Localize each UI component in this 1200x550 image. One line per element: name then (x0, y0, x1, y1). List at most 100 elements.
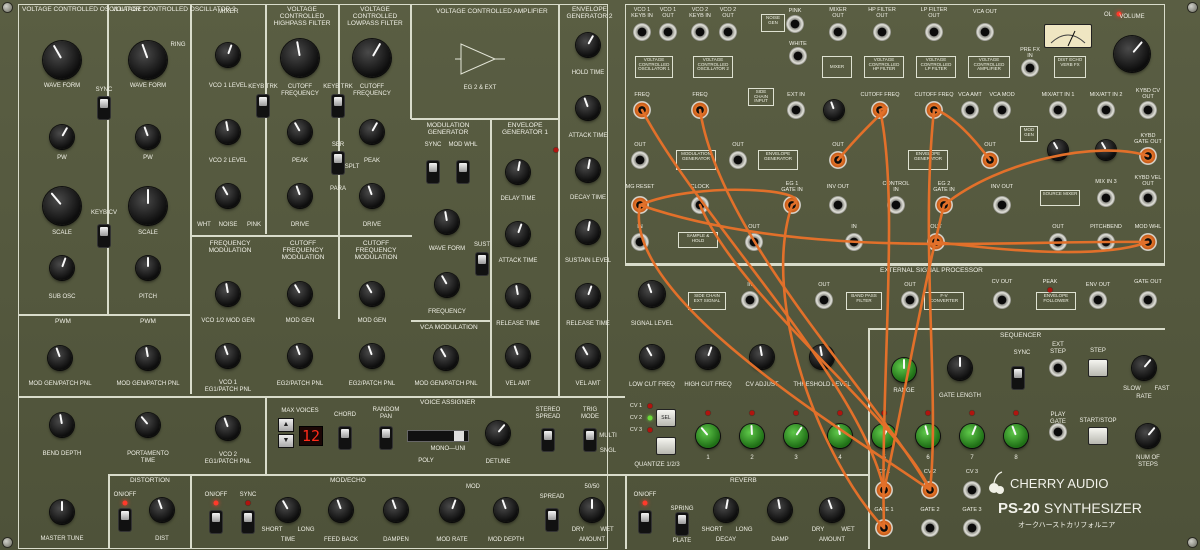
pink-noise-jack[interactable] (786, 15, 804, 33)
vca-mod-jack[interactable] (993, 101, 1011, 119)
reverb-amount-knob[interactable] (820, 498, 844, 522)
cv-select-button[interactable]: SEL (656, 409, 676, 427)
hpf-peak-knob[interactable] (288, 120, 312, 144)
portamento-knob[interactable] (136, 413, 160, 437)
modgen-sync-switch[interactable] (427, 161, 439, 183)
vco1-level-knob[interactable] (216, 43, 240, 67)
cfm2-eg2-knob[interactable] (360, 344, 384, 368)
filter-routing-switch[interactable] (332, 152, 344, 174)
reverb-type-switch[interactable] (676, 513, 688, 535)
dist-knob[interactable] (150, 498, 174, 522)
keyb-cv-switch[interactable] (98, 225, 110, 247)
quantize-button[interactable] (656, 437, 676, 455)
vco2-keyb-in-jack[interactable] (691, 23, 709, 41)
env1-release-knob[interactable] (506, 284, 530, 308)
eg2-inv-out-jack[interactable] (993, 196, 1011, 214)
vco2-scale-knob[interactable] (129, 187, 167, 225)
vca-amt-jack[interactable] (961, 101, 979, 119)
modgen-sust-switch[interactable] (476, 253, 488, 275)
pitch-knob[interactable] (136, 256, 160, 280)
echo-onoff-switch[interactable] (210, 511, 222, 533)
env2-hold-knob[interactable] (576, 33, 600, 57)
lpf-cutoff-knob[interactable] (353, 39, 391, 77)
signal-level-knob[interactable] (639, 281, 665, 307)
lpf-drive-knob[interactable] (360, 184, 384, 208)
hp-cutoff-jack[interactable] (871, 101, 889, 119)
sh-in-jack[interactable] (631, 233, 649, 251)
volume-knob[interactable] (1114, 36, 1150, 72)
seq-rate-knob[interactable] (1132, 356, 1156, 380)
vco1-keyb-in-jack[interactable] (633, 23, 651, 41)
step-knob[interactable] (1004, 424, 1028, 448)
step-knob[interactable] (784, 424, 808, 448)
hpf-keyb-trk-switch[interactable] (257, 95, 269, 117)
env1-out-jack[interactable] (829, 151, 847, 169)
seq-cv3-jack[interactable] (963, 481, 981, 499)
cfm1-modgen-knob[interactable] (288, 282, 312, 306)
noise-knob[interactable] (216, 184, 240, 208)
inverter-in-jack[interactable] (845, 233, 863, 251)
mix-att-in2-jack[interactable] (1097, 101, 1115, 119)
dampen-knob[interactable] (384, 498, 408, 522)
sync-switch[interactable] (98, 97, 110, 119)
white-noise-jack[interactable] (789, 47, 807, 65)
pwm2-knob[interactable] (136, 346, 160, 370)
voices-up-button[interactable]: ▲ (278, 418, 294, 432)
feedback-knob[interactable] (329, 498, 353, 522)
mix-att2-knob[interactable] (1096, 140, 1116, 160)
esp-cv-out-jack[interactable] (993, 291, 1011, 309)
cv-adjust-knob[interactable] (750, 345, 774, 369)
seq-sync-switch[interactable] (1012, 367, 1024, 389)
hpf-drive-knob[interactable] (288, 184, 312, 208)
step-knob[interactable] (916, 424, 940, 448)
seq-cv2-jack[interactable] (921, 481, 939, 499)
echo-spread-switch[interactable] (546, 509, 558, 531)
env2-attack-knob[interactable] (576, 96, 600, 120)
vco1-pw-knob[interactable] (50, 125, 74, 149)
vco2-pw-knob[interactable] (136, 125, 160, 149)
vco2-waveform-knob[interactable] (129, 41, 167, 79)
chord-switch[interactable] (339, 427, 351, 449)
stereo-spread-switch[interactable] (542, 429, 554, 451)
cfm2-modgen-knob[interactable] (360, 282, 384, 306)
hpf-cutoff-knob[interactable] (281, 39, 319, 77)
vca-mod-knob[interactable] (434, 346, 458, 370)
modgen-out-jack[interactable] (631, 151, 649, 169)
hp-filter-out-jack[interactable] (873, 23, 891, 41)
random-pan-switch[interactable] (380, 427, 392, 449)
mod-whl-jack[interactable] (1139, 233, 1157, 251)
vco1-out-jack[interactable] (659, 23, 677, 41)
vca-out-jack[interactable] (976, 23, 994, 41)
env1-attack-knob[interactable] (506, 222, 530, 246)
env1-vel-amt-knob[interactable] (506, 344, 530, 368)
lp-cutoff-jack[interactable] (925, 101, 943, 119)
voice-mode-slider[interactable] (407, 430, 469, 442)
detune-knob[interactable] (486, 421, 510, 445)
seq-cv1-jack[interactable] (875, 481, 893, 499)
vco2-freq-jack[interactable] (691, 101, 709, 119)
step-knob[interactable] (828, 424, 852, 448)
lpf-keyb-trk-switch[interactable] (332, 95, 344, 117)
num-steps-knob[interactable] (1136, 424, 1160, 448)
env2-decay-knob[interactable] (576, 158, 600, 182)
inverter-out-jack[interactable] (927, 233, 945, 251)
step-knob[interactable] (696, 424, 720, 448)
reverb-decay-knob[interactable] (714, 498, 738, 522)
vco1-freq-jack[interactable] (633, 101, 651, 119)
reverb-switch[interactable] (639, 511, 651, 533)
esp-out1-jack[interactable] (815, 291, 833, 309)
seq-gate2-jack[interactable] (921, 519, 939, 537)
master-tune-knob[interactable] (50, 500, 74, 524)
mg-reset-jack[interactable] (631, 196, 649, 214)
seq-gate1-jack[interactable] (875, 519, 893, 537)
esp-out2-jack[interactable] (901, 291, 919, 309)
ext-step-jack[interactable] (1049, 359, 1067, 377)
echo-amount-knob[interactable] (580, 498, 604, 522)
eg1-gate-in-jack[interactable] (783, 196, 801, 214)
voices-down-button[interactable]: ▼ (278, 434, 294, 448)
step-knob[interactable] (740, 424, 764, 448)
source-mixer-out-jack[interactable] (1049, 233, 1067, 251)
gate-length-knob[interactable] (948, 356, 972, 380)
mix-att1-knob[interactable] (1048, 140, 1068, 160)
trig-mode-switch[interactable] (584, 429, 596, 451)
